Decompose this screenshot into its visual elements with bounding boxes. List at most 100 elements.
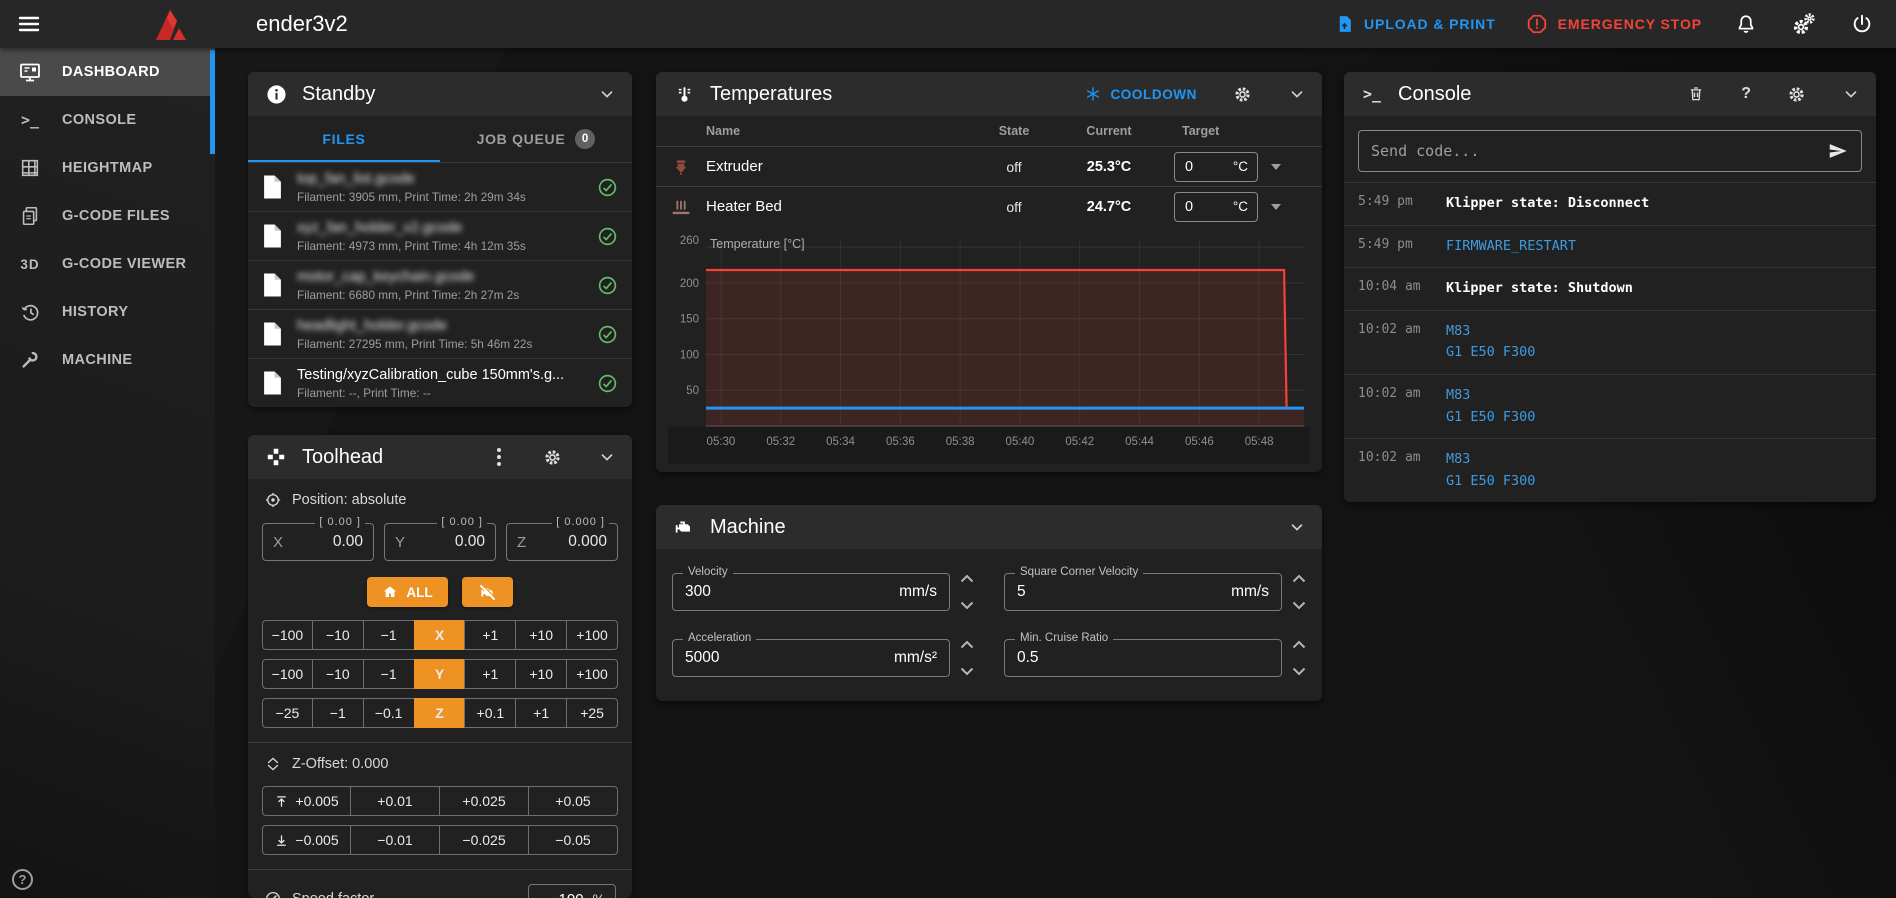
z-offset-down-001[interactable]: −0.01 [350,825,440,855]
jog-y-plus-100[interactable]: +100 [566,659,618,689]
console-message[interactable]: 10:02 am M83 G1 E50 F300 [1344,374,1876,438]
home-all-button[interactable]: ALL [367,577,447,607]
message-text: FIRMWARE_RESTART [1446,236,1862,258]
extruder-target-field[interactable]: °C [1174,152,1258,182]
z-offset-up-001[interactable]: +0.01 [350,786,440,816]
jog-x-minus-10[interactable]: −10 [312,620,364,650]
z-offset-up-0005[interactable]: +0.005 [262,786,351,816]
console-panel-header: >_ Console ? [1344,72,1876,116]
spin-down-icon[interactable] [960,601,974,610]
settings-cogs-icon[interactable] [1790,10,1818,38]
kebab-menu-icon[interactable] [491,446,507,468]
svg-text:100: 100 [680,349,699,361]
tab-job-queue[interactable]: JOB QUEUE 0 [440,116,632,162]
spin-down-icon[interactable] [1292,667,1306,676]
emergency-stop-label: EMERGENCY STOP [1558,16,1702,32]
spin-up-icon[interactable] [1292,640,1306,649]
target-dropdown-caret-icon[interactable] [1271,204,1281,210]
console-message[interactable]: 10:02 am M83 G1 E50 F300 [1344,310,1876,374]
send-icon[interactable] [1827,140,1849,162]
console-message[interactable]: 10:02 am M83 G1 E50 F300 [1344,438,1876,502]
sidebar-scrollbar-thumb[interactable] [210,50,215,154]
x-position-field[interactable]: [ 0.00 ] X 0.00 [262,523,374,561]
collapse-chevron-icon[interactable] [598,448,616,466]
cooldown-button[interactable]: COOLDOWN [1085,86,1197,102]
spin-up-icon[interactable] [960,640,974,649]
jog-z-plus-25[interactable]: +25 [566,698,618,728]
console-message[interactable]: 10:04 am Klipper state: Shutdown [1344,267,1876,310]
console-message[interactable]: 5:49 pm Klipper state: Disconnect [1344,182,1876,225]
upload-and-print-button[interactable]: UPLOAD & PRINT [1335,13,1496,35]
file-list-item[interactable]: top_fan_list.gcode Filament: 3905 mm, Pr… [248,162,632,211]
console-settings-gear-icon[interactable] [1787,85,1806,104]
jog-x-plus-10[interactable]: +10 [515,620,567,650]
toolhead-settings-gear-icon[interactable] [543,448,562,467]
jog-z-minus-01[interactable]: −0.1 [363,698,415,728]
trash-icon[interactable] [1687,85,1705,103]
emergency-stop-button[interactable]: EMERGENCY STOP [1526,13,1702,35]
file-list-item[interactable]: xyz_fan_holder_v2.gcode Filament: 4973 m… [248,211,632,260]
jog-y-minus-1[interactable]: −1 [363,659,415,689]
z-offset-down-0025[interactable]: −0.025 [439,825,529,855]
sidebar-item-console[interactable]: >_ CONSOLE [0,96,215,144]
bed-target-input[interactable] [1175,199,1217,215]
y-position-field[interactable]: [ 0.00 ] Y 0.00 [384,523,496,561]
jog-y-minus-10[interactable]: −10 [312,659,364,689]
z-offset-up-005[interactable]: +0.05 [528,786,618,816]
z-offset-down-005[interactable]: −0.05 [528,825,618,855]
notifications-bell-icon[interactable] [1732,10,1760,38]
spin-down-icon[interactable] [960,667,974,676]
sidebar-item-gcode-files[interactable]: G-CODE FILES [0,192,215,240]
jog-x-plus-1[interactable]: +1 [464,620,516,650]
jog-x-minus-100[interactable]: −100 [262,620,313,650]
console-message[interactable]: 5:49 pm FIRMWARE_RESTART [1344,225,1876,268]
velocity-field[interactable]: Velocity 300 mm/s [672,573,950,611]
collapse-chevron-icon[interactable] [1842,85,1860,103]
min-cruise-ratio-field[interactable]: Min. Cruise Ratio 0.5 [1004,639,1282,677]
jog-z-minus-1[interactable]: −1 [312,698,364,728]
bed-target-field[interactable]: °C [1174,192,1258,222]
send-code-input[interactable] [1371,142,1819,160]
jog-y-plus-1[interactable]: +1 [464,659,516,689]
collapse-chevron-icon[interactable] [598,85,616,103]
sidebar-item-dashboard[interactable]: DASHBOARD [0,48,215,96]
file-list-item[interactable]: Testing/xyzCalibration_cube 150mm's.g...… [248,358,632,407]
z-offset-down-0005[interactable]: −0.005 [262,825,351,855]
jog-y-plus-10[interactable]: +10 [515,659,567,689]
help-button[interactable]: ? [12,869,33,890]
console-help-icon[interactable]: ? [1741,85,1751,103]
z-position-field[interactable]: [ 0.000 ] Z 0.000 [506,523,618,561]
jog-x-plus-100[interactable]: +100 [566,620,618,650]
spin-up-icon[interactable] [1292,574,1306,583]
jog-y-minus-100[interactable]: −100 [262,659,313,689]
target-dropdown-caret-icon[interactable] [1271,164,1281,170]
sidebar-item-history[interactable]: HISTORY [0,288,215,336]
sidebar-item-gcode-viewer[interactable]: 3D G-CODE VIEWER [0,240,215,288]
menu-icon[interactable] [14,9,44,39]
extruder-target-input[interactable] [1175,159,1217,175]
collapse-chevron-icon[interactable] [1288,518,1306,536]
temperatures-settings-gear-icon[interactable] [1233,85,1252,104]
collapse-chevron-icon[interactable] [1288,85,1306,103]
spin-up-icon[interactable] [960,574,974,583]
jog-z-plus-01[interactable]: +0.1 [464,698,516,728]
motors-off-button[interactable] [462,577,513,607]
check-circle-icon [597,177,618,198]
spin-down-icon[interactable] [1292,601,1306,610]
sidebar-item-machine[interactable]: MACHINE [0,336,215,384]
field-unit: mm/s [1231,583,1281,601]
file-list-item[interactable]: motor_cap_keychain.gcode Filament: 6680 … [248,260,632,309]
tab-files[interactable]: FILES [248,116,440,162]
square-corner-velocity-field[interactable]: Square Corner Velocity 5 mm/s [1004,573,1282,611]
power-icon[interactable] [1848,10,1876,38]
acceleration-field[interactable]: Acceleration 5000 mm/s² [672,639,950,677]
speed-factor-field[interactable]: 100 % [528,884,616,898]
emergency-stop-icon [1526,13,1548,35]
z-offset-up-0025[interactable]: +0.025 [439,786,529,816]
jog-z-plus-1[interactable]: +1 [515,698,567,728]
console-input-field[interactable] [1358,130,1862,172]
file-list-item[interactable]: headlight_holder.gcode Filament: 27295 m… [248,309,632,358]
sidebar-item-heightmap[interactable]: HEIGHTMAP [0,144,215,192]
jog-z-minus-25[interactable]: −25 [262,698,313,728]
jog-x-minus-1[interactable]: −1 [363,620,415,650]
